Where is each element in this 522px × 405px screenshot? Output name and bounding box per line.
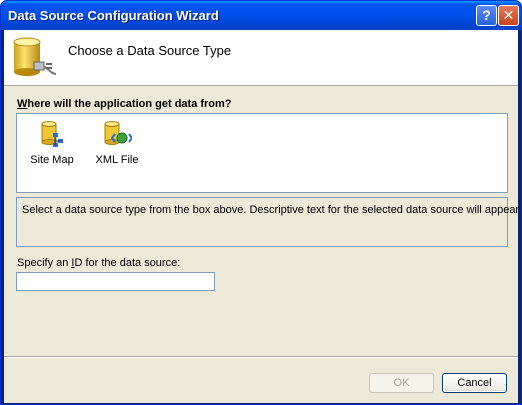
question-text: here will the application get data from? [27,98,232,110]
help-button[interactable]: ? [476,5,497,26]
xml-file-icon [104,121,134,145]
description-text: Select a data source type from the box a… [22,204,522,216]
site-map-icon [41,121,63,147]
title-bar[interactable]: Data Source Configuration Wizard ? ✕ [1,1,521,30]
footer-separator [4,356,518,358]
ok-button[interactable]: OK [369,373,434,393]
database-plug-icon [13,37,57,76]
data-source-type-list[interactable]: Site Map XML File [16,113,508,193]
dialog-client-area: Choose a Data Source Type Where will the… [4,30,522,403]
page-title: Choose a Data Source Type [68,43,232,58]
id-label-after: D for the data source: [74,257,181,269]
window-title: Data Source Configuration Wizard [8,8,219,23]
question-accelerator: W [17,98,28,110]
id-field-label: Specify an ID for the data source: [17,257,180,269]
list-item-xml-file[interactable]: XML File [92,119,142,166]
wizard-header: Choose a Data Source Type [4,30,518,86]
description-panel: Select a data source type from the box a… [16,197,522,247]
site-map-label: Site Map [30,154,74,166]
source-question-label: Where will the application get data from… [17,98,232,110]
id-label-before: Specify an [17,257,72,269]
wizard-window: Data Source Configuration Wizard ? ✕ Cho… [0,0,522,405]
cancel-button[interactable]: Cancel [442,373,507,393]
data-source-id-input[interactable] [16,272,215,291]
xml-file-label: XML File [95,154,139,166]
close-button[interactable]: ✕ [498,5,519,26]
list-item-site-map[interactable]: Site Map [27,119,77,166]
